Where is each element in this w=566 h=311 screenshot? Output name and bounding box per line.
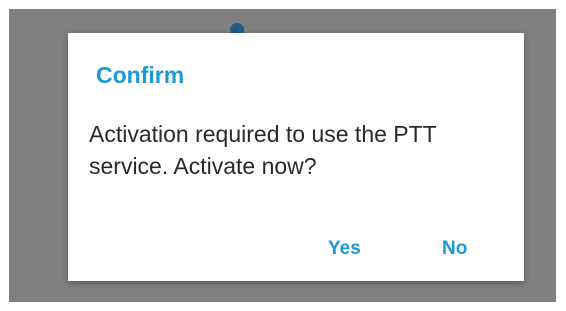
confirm-dialog: Confirm Activation required to use the P… <box>68 33 524 281</box>
yes-button[interactable]: Yes <box>324 236 365 262</box>
dialog-actions: Yes No <box>68 236 524 266</box>
no-button[interactable]: No <box>438 236 471 262</box>
dimmed-background: Confirm Activation required to use the P… <box>9 9 556 302</box>
dialog-message: Activation required to use the PTT servi… <box>89 121 437 179</box>
dialog-title: Confirm <box>96 62 185 88</box>
